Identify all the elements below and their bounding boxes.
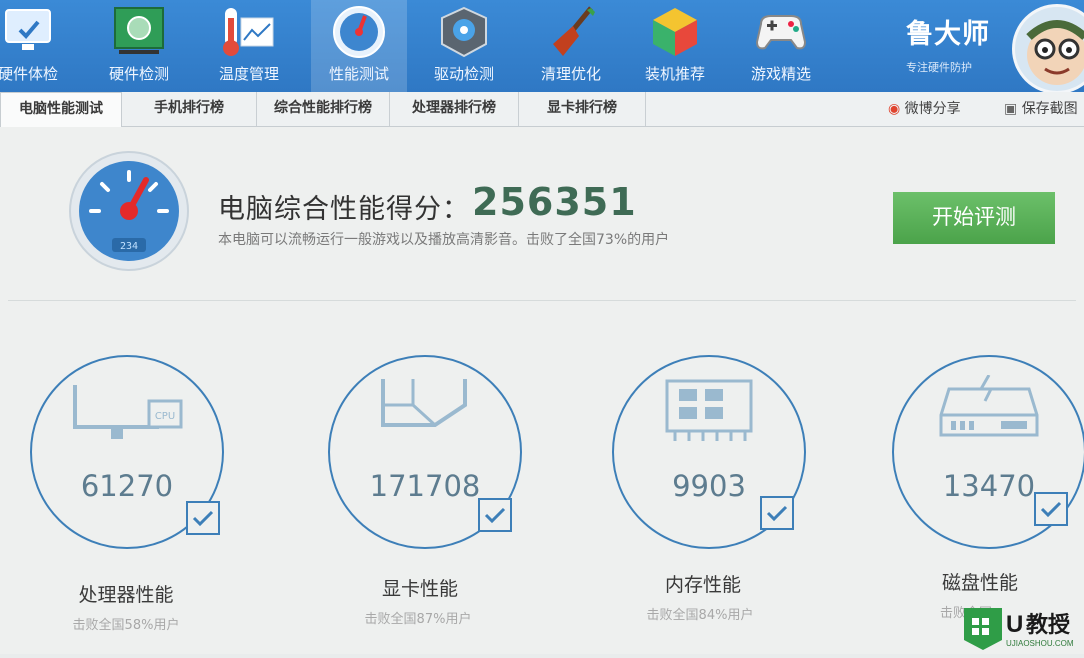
cpu-sub: 击败全国58%用户	[72, 618, 180, 633]
checkmark-icon	[766, 505, 788, 522]
toolbar-label: 装机推荐	[644, 65, 705, 83]
save-screenshot-label: 保存截图	[1021, 101, 1078, 117]
camera-icon: ▣	[1004, 101, 1018, 117]
weibo-share[interactable]: ◉ 微博分享	[888, 96, 961, 122]
memory-label: 内存性能	[664, 574, 741, 596]
toolbar-label: 性能测试	[328, 65, 389, 83]
memory-checkbox[interactable]	[760, 496, 794, 530]
watermark-domain: UJIAOSHOU.COM	[1006, 639, 1074, 648]
toolbar-hardware-checkup[interactable]: 硬件体检	[0, 0, 76, 92]
memory-chip-icon	[665, 379, 753, 441]
score-gauge-icon: 234	[69, 151, 189, 271]
brand-name: 鲁大师	[906, 19, 990, 50]
memory-sub: 击败全国84%用户	[646, 608, 754, 623]
watermark-text: 教授	[1026, 612, 1071, 638]
toolbar-label: 游戏精选	[750, 65, 811, 83]
thermometer-icon	[223, 8, 274, 56]
disk-checkbox[interactable]	[1034, 492, 1068, 526]
watermark-letter: U	[1006, 611, 1023, 638]
gamepad-icon	[755, 15, 807, 50]
gpu-checkbox[interactable]	[478, 498, 512, 532]
score-title: 电脑综合性能得分：	[218, 194, 470, 225]
toolbar-temperature[interactable]: 温度管理	[201, 0, 297, 92]
toolbar-clean-optimize[interactable]: 清理优化	[523, 0, 619, 92]
weibo-icon: ◉	[888, 101, 901, 117]
monitor-check-icon	[5, 9, 51, 50]
save-screenshot[interactable]: ▣ 保存截图	[1004, 96, 1084, 122]
tab-overall-ranking[interactable]: 综合性能排行榜	[257, 92, 390, 126]
weibo-share-label: 微博分享	[904, 101, 961, 117]
motherboard-icon	[114, 7, 164, 54]
toolbar-label: 硬件检测	[108, 65, 169, 83]
graphics-cube-icon	[381, 379, 467, 427]
watermark-logo: U 教授 UJIAOSHOU.COM	[958, 600, 1084, 654]
disk-drive-icon	[939, 375, 1039, 437]
score-value: 256351	[472, 180, 637, 224]
toolbar-label: 温度管理	[218, 65, 279, 83]
toolbar-label: 驱动检测	[433, 65, 494, 83]
tab-phone-ranking[interactable]: 手机排行榜	[122, 92, 257, 126]
toolbar-build-recommend[interactable]: 装机推荐	[627, 0, 723, 92]
checkmark-icon	[192, 510, 214, 527]
tab-gpu-ranking[interactable]: 显卡排行榜	[519, 92, 646, 126]
gpu-sub: 击败全国87%用户	[364, 612, 472, 627]
toolbar-label: 硬件体检	[0, 65, 58, 83]
avatar[interactable]	[1012, 4, 1084, 94]
gear-box-icon	[441, 6, 487, 58]
cpu-monitor-icon: CPU	[73, 385, 183, 439]
toolbar-hardware-detect[interactable]: 硬件检测	[91, 0, 187, 92]
brand-slogan: 专注硬件防护	[906, 61, 972, 74]
gauge-readout: 234	[120, 241, 138, 252]
cpu-checkbox[interactable]	[186, 501, 220, 535]
cube-icon	[653, 8, 697, 56]
divider	[8, 300, 1076, 301]
toolbar-game-picks[interactable]: 游戏精选	[733, 0, 829, 92]
checkmark-icon	[484, 507, 506, 524]
start-benchmark-button[interactable]: 开始评测	[893, 192, 1055, 244]
top-toolbar: 硬件体检 硬件检测 温度管理 性能测试 驱动检测 清理优化 装机推荐 游戏精选 …	[0, 0, 1084, 94]
tab-pc-performance[interactable]: 电脑性能测试	[0, 92, 122, 127]
cpu-score: 61270	[80, 469, 174, 503]
cpu-chip-label: CPU	[155, 411, 175, 422]
gpu-label: 显卡性能	[381, 578, 458, 600]
checkmark-icon	[1040, 501, 1062, 518]
speedometer-icon	[333, 6, 385, 58]
score-description: 本电脑可以流畅运行一般游戏以及播放高清影音。击败了全国73%的用户	[218, 232, 670, 248]
ujiaoshou-logo-icon: U 教授 UJIAOSHOU.COM	[964, 608, 1074, 650]
toolbar-label: 清理优化	[540, 65, 601, 83]
broom-icon	[553, 6, 595, 56]
tab-cpu-ranking[interactable]: 处理器排行榜	[390, 92, 519, 126]
toolbar-performance-test[interactable]: 性能测试	[311, 0, 407, 92]
cpu-label: 处理器性能	[78, 584, 174, 606]
toolbar-driver-detect[interactable]: 驱动检测	[416, 0, 512, 92]
mascot-icon	[1026, 20, 1084, 85]
brand: 鲁大师 专注硬件防护	[906, 12, 1016, 82]
disk-label: 磁盘性能	[941, 572, 1018, 594]
